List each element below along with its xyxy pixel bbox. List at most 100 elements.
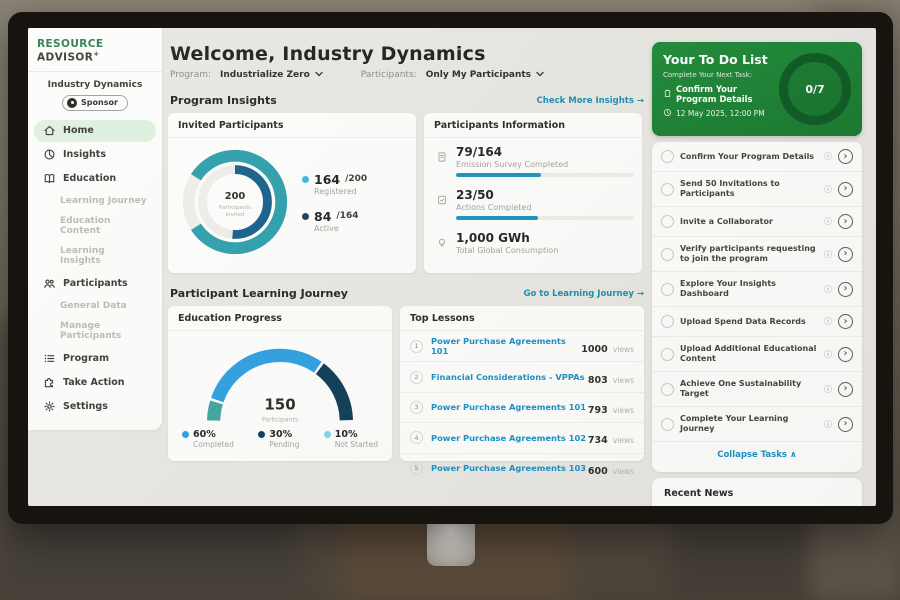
sidebar-item-settings[interactable]: Settings xyxy=(34,396,156,418)
task-row[interactable]: Explore Your Insights Dashboard ⓘ › xyxy=(652,272,862,307)
legend-dot xyxy=(302,213,309,220)
sidebar-item-education[interactable]: Education xyxy=(34,168,156,190)
sidebar-item-education-content[interactable]: Education Content xyxy=(34,212,156,241)
participants-dropdown[interactable]: Participants: Only My Participants xyxy=(361,70,544,80)
people-icon xyxy=(43,277,56,290)
sidebar-item-home[interactable]: Home xyxy=(34,120,156,142)
chevron-right-icon: › xyxy=(844,383,848,394)
task-row[interactable]: Achieve One Sustainability Target ⓘ › xyxy=(652,372,862,407)
stat-value: 23/50 xyxy=(456,188,634,202)
task-checkbox[interactable] xyxy=(661,183,674,196)
program-dropdown[interactable]: Program: Industrialize Zero xyxy=(170,70,323,80)
info-icon[interactable]: ⓘ xyxy=(824,419,832,430)
invited-donut-chart: 200 Participants Invited xyxy=(176,143,294,261)
gauge-center-label: Participants xyxy=(262,417,298,424)
sidebar-item-take-action[interactable]: Take Action xyxy=(34,372,156,394)
info-icon[interactable]: ⓘ xyxy=(824,151,832,162)
info-icon[interactable]: ⓘ xyxy=(824,249,832,260)
clipboard-icon xyxy=(663,89,672,100)
task-label: Send 50 Invitations to Participants xyxy=(680,179,818,199)
check-more-insights-link[interactable]: Check More Insights → xyxy=(537,96,644,106)
sidebar-item-label: Settings xyxy=(63,401,108,412)
task-go-button[interactable]: › xyxy=(838,347,853,362)
lesson-link[interactable]: Power Purchase Agreements 103 xyxy=(431,463,588,473)
views-label: views xyxy=(613,436,634,445)
task-go-button[interactable]: › xyxy=(838,382,853,397)
lesson-link[interactable]: Power Purchase Agreements 102 xyxy=(431,433,588,443)
sidebar-item-learning-journey[interactable]: Learning Journey xyxy=(34,192,156,211)
insights-pie-icon xyxy=(43,148,56,161)
info-icon[interactable]: ⓘ xyxy=(824,316,832,327)
lesson-link[interactable]: Financial Considerations - VPPAs xyxy=(431,372,588,382)
sidebar-item-learning-insights[interactable]: Learning Insights xyxy=(34,242,156,271)
legend-dot xyxy=(302,176,309,183)
task-checkbox[interactable] xyxy=(661,248,674,261)
lesson-views: 1000 views xyxy=(581,337,634,356)
section-title: Participant Learning Journey xyxy=(170,287,348,300)
task-row[interactable]: Upload Additional Educational Content ⓘ … xyxy=(652,337,862,372)
info-icon[interactable]: ⓘ xyxy=(824,184,832,195)
lesson-rank: 2 xyxy=(410,371,423,384)
task-checkbox[interactable] xyxy=(661,215,674,228)
sidebar-item-general-data[interactable]: General Data xyxy=(34,297,156,316)
task-row[interactable]: Send 50 Invitations to Participants ⓘ › xyxy=(652,172,862,207)
task-go-button[interactable]: › xyxy=(838,282,853,297)
stat-actions-completed: 23/50 Actions Completed xyxy=(436,188,630,220)
app-logo: RESOURCE ADVISOR+ xyxy=(28,28,162,72)
task-checkbox[interactable] xyxy=(661,283,674,296)
progress-bar-fill xyxy=(456,216,538,220)
sidebar-item-participants[interactable]: Participants xyxy=(34,273,156,295)
sidebar-item-insights[interactable]: Insights xyxy=(34,144,156,166)
stat-label: Actions Completed xyxy=(456,203,634,212)
task-row[interactable]: Invite a Collaborator ⓘ › xyxy=(652,207,862,237)
legend-dot xyxy=(258,431,265,438)
task-go-button[interactable]: › xyxy=(838,417,853,432)
sidebar-item-program[interactable]: Program xyxy=(34,348,156,370)
task-row[interactable]: Verify participants requesting to join t… xyxy=(652,237,862,272)
task-row[interactable]: Complete Your Learning Journey ⓘ › xyxy=(652,407,862,442)
info-icon[interactable]: ⓘ xyxy=(824,216,832,227)
logo-primary: RESOURCE xyxy=(37,38,103,50)
task-checkbox[interactable] xyxy=(661,383,674,396)
task-checkbox[interactable] xyxy=(661,348,674,361)
stat-global-consumption: 1,000 GWh Total Global Consumption xyxy=(436,231,630,255)
link-label: Check More Insights xyxy=(537,96,634,106)
task-checkbox[interactable] xyxy=(661,418,674,431)
task-checkbox[interactable] xyxy=(661,315,674,328)
task-row[interactable]: Confirm Your Program Details ⓘ › xyxy=(652,142,862,172)
legend-total: /200 xyxy=(345,174,367,184)
sidebar-item-manage-participants[interactable]: Manage Participants xyxy=(34,317,156,346)
task-go-button[interactable]: › xyxy=(838,182,853,197)
education-gauge-chart: 150 Participants xyxy=(182,335,378,427)
sidebar-item-label: Program xyxy=(63,353,109,364)
info-icon[interactable]: ⓘ xyxy=(824,384,832,395)
lesson-rank: 1 xyxy=(410,340,423,353)
gear-icon xyxy=(43,400,56,413)
card-title: Invited Participants xyxy=(168,113,416,138)
go-to-learning-journey-link[interactable]: Go to Learning Journey → xyxy=(523,289,644,299)
lesson-row: 3 Power Purchase Agreements 101 793 view… xyxy=(400,393,644,423)
task-go-button[interactable]: › xyxy=(838,247,853,262)
info-icon[interactable]: ⓘ xyxy=(824,284,832,295)
stat-value: 1,000 GWh xyxy=(456,231,630,245)
learning-journey-header: Participant Learning Journey Go to Learn… xyxy=(170,287,644,300)
legend-dot xyxy=(182,431,189,438)
lesson-link[interactable]: Power Purchase Agreements 101 xyxy=(431,336,581,356)
lesson-rank: 4 xyxy=(410,431,423,444)
top-lessons-card: Top Lessons 1 Power Purchase Agreements … xyxy=(400,306,644,461)
task-go-button[interactable]: › xyxy=(838,314,853,329)
todo-next-task[interactable]: Confirm Your Program Details xyxy=(663,84,779,104)
task-go-button[interactable]: › xyxy=(838,214,853,229)
sidebar-item-label: Learning Insights xyxy=(60,246,105,266)
lesson-link[interactable]: Power Purchase Agreements 101 xyxy=(431,402,588,412)
invited-participants-body: 200 Participants Invited 164/200 Registe… xyxy=(168,138,416,266)
task-label: Explore Your Insights Dashboard xyxy=(680,279,818,299)
task-row[interactable]: Upload Spend Data Records ⓘ › xyxy=(652,307,862,337)
task-checkbox[interactable] xyxy=(661,150,674,163)
info-icon[interactable]: ⓘ xyxy=(824,349,832,360)
lesson-views: 793 views xyxy=(588,398,634,417)
participants-information-body: 79/164 Emission Survey Completed 23/50 A… xyxy=(424,138,642,273)
collapse-tasks-link[interactable]: Collapse Tasks ∧ xyxy=(652,442,862,468)
lesson-row: 4 Power Purchase Agreements 102 734 view… xyxy=(400,423,644,453)
task-go-button[interactable]: › xyxy=(838,149,853,164)
